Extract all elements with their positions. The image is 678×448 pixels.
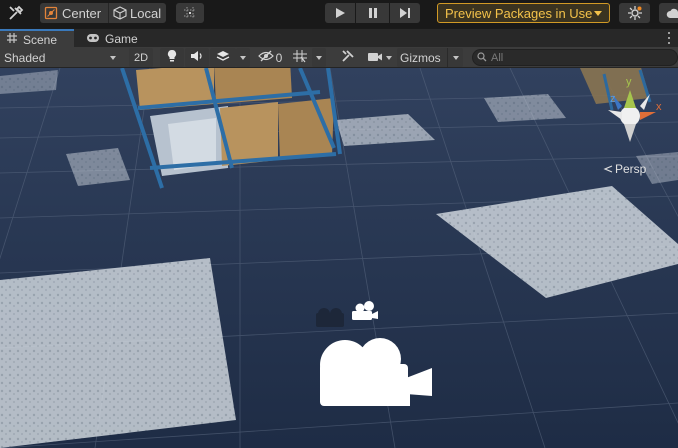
axis-y-label: y — [626, 76, 632, 88]
grid-axis-icon — [292, 49, 308, 66]
video-camera-icon — [367, 51, 383, 65]
axis-x-label: x — [656, 101, 662, 113]
step-button[interactable] — [390, 3, 420, 23]
chevron-down-icon — [452, 55, 459, 60]
pause-button[interactable] — [356, 3, 389, 23]
preview-packages-label: Preview Packages in Use — [445, 5, 593, 21]
speaker-icon — [190, 50, 204, 65]
pivot-center-icon — [44, 6, 58, 20]
light-bulb-icon — [166, 49, 178, 66]
main-toolbar: Center Local Preview Packages in Use — [0, 0, 678, 28]
gizmos-menu-toggle[interactable] — [447, 48, 463, 67]
scene-render — [0, 68, 678, 448]
tools-icon — [341, 49, 355, 66]
pivot-local-label: Local — [130, 5, 162, 21]
preview-packages-dropdown[interactable]: Preview Packages in Use — [437, 3, 610, 23]
toggle-2d-button[interactable]: 2D — [129, 48, 153, 67]
grid-snapping-button[interactable] — [176, 3, 204, 23]
chevron-down-icon — [110, 55, 116, 60]
chevron-down-icon — [240, 55, 246, 60]
cloud-button[interactable] — [659, 3, 678, 23]
gamepad-icon — [86, 32, 100, 46]
axis-z-label: z — [610, 93, 616, 105]
cube-icon — [113, 6, 127, 20]
more-options-icon[interactable] — [667, 32, 671, 44]
chevron-down-icon — [385, 55, 392, 60]
play-button[interactable] — [325, 3, 355, 23]
scene-view-toolbar: Shaded 2D 0 Gizmos All — [0, 47, 678, 68]
gizmos-label: Gizmos — [400, 50, 441, 65]
tab-game[interactable]: Game — [80, 29, 138, 48]
scene-camera-dropdown[interactable] — [363, 48, 395, 67]
scene-tab-bar: Scene Game — [0, 28, 678, 48]
grid-snap-icon — [182, 5, 198, 21]
services-button[interactable] — [619, 3, 650, 23]
pivot-local-button[interactable]: Local — [108, 3, 166, 23]
effects-toggle-button[interactable] — [210, 48, 236, 67]
layers-icon — [216, 49, 230, 66]
chevron-left-icon — [603, 162, 613, 176]
search-icon — [477, 51, 487, 65]
tab-scene-label: Scene — [23, 32, 58, 47]
cloud-icon — [666, 7, 678, 19]
scene-search-field[interactable] — [472, 49, 678, 66]
pause-icon — [367, 7, 379, 19]
search-input[interactable] — [491, 51, 671, 64]
audio-toggle-button[interactable] — [185, 48, 209, 67]
chevron-down-icon — [316, 55, 322, 60]
pivot-center-button[interactable]: Center — [40, 3, 108, 23]
projection-label: Persp — [615, 162, 647, 176]
grid-icon — [6, 32, 18, 47]
grid-dropdown[interactable] — [312, 48, 326, 67]
eye-slash-icon — [257, 50, 274, 65]
toggle-2d-label: 2D — [133, 51, 149, 64]
tab-game-label: Game — [105, 31, 138, 46]
hidden-objects-count: 0 — [275, 50, 283, 65]
step-icon — [399, 7, 411, 19]
shading-mode-dropdown[interactable]: Shaded — [0, 48, 122, 67]
component-tools-toggle[interactable] — [337, 48, 359, 67]
scene-viewport[interactable]: y z x Persp — [0, 68, 678, 448]
effects-dropdown[interactable] — [236, 48, 250, 67]
tools-menu-button[interactable] — [3, 3, 29, 23]
chevron-down-icon — [594, 11, 602, 16]
grid-visibility-toggle[interactable] — [288, 48, 312, 67]
pivot-center-label: Center — [62, 5, 102, 21]
shading-mode-value: Shaded — [4, 50, 46, 65]
projection-toggle[interactable]: Persp — [603, 162, 646, 176]
tools-icon — [8, 5, 24, 21]
tab-scene[interactable]: Scene — [0, 29, 74, 48]
lighting-toggle-button[interactable] — [160, 48, 184, 67]
play-icon — [334, 7, 346, 19]
gizmos-dropdown[interactable]: Gizmos — [397, 48, 463, 67]
hidden-objects-toggle[interactable]: 0 — [255, 48, 285, 67]
services-icon — [627, 5, 643, 21]
orientation-gizmo[interactable]: y z x — [592, 72, 678, 152]
